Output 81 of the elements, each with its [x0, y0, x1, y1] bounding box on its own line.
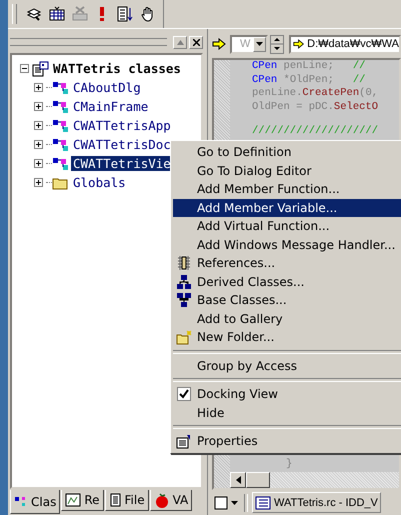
- close-icon: [192, 38, 200, 46]
- menu-item[interactable]: Add Windows Message Handler...: [173, 236, 401, 254]
- new-folder-icon: [176, 330, 192, 345]
- spin-arrows-icon: [271, 35, 283, 53]
- classes-icon: [32, 60, 49, 76]
- class-icon: [52, 118, 69, 132]
- gripper[interactable]: [10, 38, 167, 46]
- tree-item[interactable]: CWATTetrisVie: [71, 156, 173, 171]
- code-token: ////////////////////: [252, 125, 378, 137]
- panel-tab[interactable]: File: [104, 490, 149, 511]
- tree-item[interactable]: Globals: [71, 175, 128, 190]
- menu-item[interactable]: Add Member Variable...: [173, 198, 401, 217]
- hierarchy-icon: [176, 292, 192, 308]
- code-token: (0,: [359, 87, 378, 99]
- code-token: penLine;: [282, 60, 335, 72]
- code-token: CreatePen: [302, 87, 360, 99]
- menu-item[interactable]: Add Member Function...: [173, 180, 401, 198]
- scroll-thumb[interactable]: [246, 472, 270, 488]
- menu-item[interactable]: References...: [173, 254, 401, 272]
- panel-tab[interactable]: Re: [61, 490, 104, 511]
- tree-item[interactable]: CMainFrame: [71, 99, 150, 114]
- class-icon: [52, 100, 69, 114]
- spin-button[interactable]: [270, 34, 284, 54]
- tree-item[interactable]: WATTetris classes: [51, 61, 183, 76]
- caret-icon: [256, 42, 264, 46]
- class-icon: [52, 156, 69, 170]
- code-token: penLine.: [252, 87, 302, 99]
- menu-item[interactable]: Hide: [173, 404, 401, 422]
- code-token: CPen: [252, 60, 278, 72]
- close-button[interactable]: [189, 36, 203, 48]
- menu-item[interactable]: New Folder...: [173, 328, 401, 346]
- menu-item[interactable]: Derived Classes...: [173, 272, 401, 291]
- properties-icon: [176, 434, 192, 449]
- caret-icon: [231, 500, 238, 504]
- menu-item[interactable]: Add Virtual Function...: [173, 217, 401, 236]
- panel-tab[interactable]: VA: [150, 490, 192, 511]
- image-icon: [65, 493, 82, 507]
- left-arrow-icon: [236, 476, 240, 484]
- document-icon: [108, 493, 122, 507]
- code-token: SelectO: [334, 100, 378, 112]
- menu-item[interactable]: Properties: [173, 432, 401, 450]
- class-icon: [52, 80, 69, 94]
- scroll-up-button[interactable]: [173, 36, 187, 48]
- collapse-toggle[interactable]: [20, 64, 29, 73]
- square-icon: [214, 496, 228, 510]
- menu-item[interactable]: Docking View: [173, 385, 401, 404]
- tree-item[interactable]: CWATTetrisDoc: [71, 137, 173, 152]
- menu-item[interactable]: Add to Gallery: [173, 310, 401, 328]
- menu-item[interactable]: Go To Dialog Editor: [173, 162, 401, 180]
- expand-toggle[interactable]: [34, 83, 43, 92]
- code-token: OldPen = pDC.: [252, 100, 334, 112]
- tree-item[interactable]: CWATTetrisApp: [71, 118, 173, 133]
- code-token: *OldPen;: [282, 74, 335, 86]
- code-token: //: [352, 74, 366, 86]
- view-dropdown[interactable]: [212, 496, 240, 510]
- expand-toggle[interactable]: [34, 140, 43, 149]
- document-icon: [255, 496, 271, 510]
- code-token: CPen: [252, 74, 278, 86]
- menu-item[interactable]: Group by Access: [173, 356, 401, 375]
- code-token: //: [352, 60, 366, 72]
- menu-item[interactable]: Go to Definition: [173, 143, 401, 162]
- arrow-icon: [293, 38, 304, 50]
- classes-icon: [14, 495, 28, 508]
- arrow-icon: [212, 38, 226, 50]
- code-token: }: [286, 458, 292, 470]
- location-dropdown[interactable]: D:₩data₩vc₩WA: [289, 34, 401, 54]
- tomato-icon: [154, 492, 170, 508]
- expand-toggle[interactable]: [34, 102, 43, 111]
- references-icon: [177, 255, 191, 272]
- horizontal-scrollbar[interactable]: [230, 472, 399, 488]
- tree-item[interactable]: CAboutDlg: [71, 80, 143, 95]
- folder-icon: [52, 176, 69, 190]
- document-button[interactable]: WATTetris.rc - IDD_V: [252, 492, 381, 513]
- class-icon: [52, 138, 69, 152]
- menu-item[interactable]: Base Classes...: [173, 291, 401, 310]
- up-arrow-icon: [176, 40, 184, 44]
- expand-toggle[interactable]: [34, 178, 43, 187]
- expand-toggle[interactable]: [34, 121, 43, 130]
- hierarchy-icon: [176, 274, 192, 290]
- expand-toggle[interactable]: [34, 159, 43, 168]
- panel-tab[interactable]: Clas: [10, 490, 60, 514]
